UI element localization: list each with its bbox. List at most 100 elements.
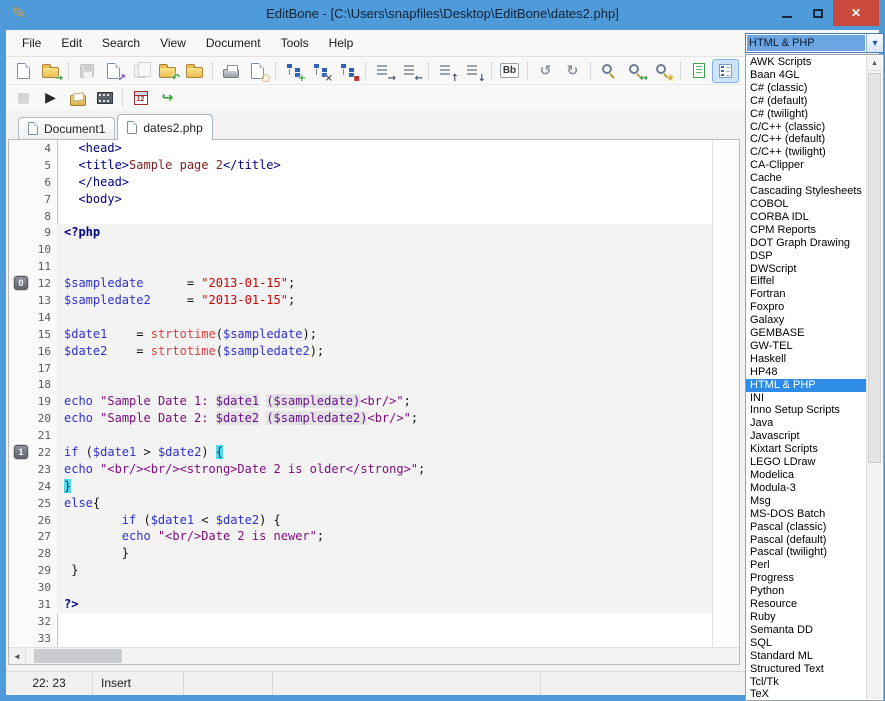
- language-option[interactable]: Pascal (classic): [746, 521, 866, 534]
- stop-button[interactable]: ■: [10, 86, 37, 110]
- menu-search[interactable]: Search: [92, 32, 150, 54]
- language-option[interactable]: C# (classic): [746, 82, 866, 95]
- language-option[interactable]: Modula-3: [746, 482, 866, 495]
- print-button[interactable]: [217, 59, 244, 83]
- language-option[interactable]: MS-DOS Batch: [746, 508, 866, 521]
- list-scrollbar[interactable]: ▲: [866, 56, 882, 699]
- language-option[interactable]: Cache: [746, 172, 866, 185]
- language-option[interactable]: Progress: [746, 572, 866, 585]
- language-option[interactable]: Ruby: [746, 611, 866, 624]
- bookmark-badge[interactable]: 1: [14, 445, 28, 459]
- menu-document[interactable]: Document: [196, 32, 271, 54]
- vertical-scrollbar[interactable]: [712, 140, 739, 647]
- save-button[interactable]: [73, 59, 100, 83]
- language-option[interactable]: LEGO LDraw: [746, 456, 866, 469]
- open-file-button[interactable]: →: [37, 59, 64, 83]
- minimize-button[interactable]: [771, 0, 802, 26]
- horizontal-scroll-track[interactable]: [26, 648, 739, 664]
- language-option[interactable]: Semanta DD: [746, 624, 866, 637]
- close-button[interactable]: ✕: [833, 0, 879, 26]
- language-option[interactable]: C/C++ (classic): [746, 121, 866, 134]
- print-preview-button[interactable]: ○: [244, 59, 271, 83]
- indent-button[interactable]: →: [370, 59, 397, 83]
- bookmark-badge[interactable]: 0: [14, 276, 28, 290]
- language-combobox[interactable]: HTML & PHP ▾: [745, 33, 884, 53]
- macro-playback-button[interactable]: [64, 86, 91, 110]
- menu-file[interactable]: File: [12, 32, 51, 54]
- insert-date-button[interactable]: [127, 86, 154, 110]
- list-scroll-thumb[interactable]: [868, 73, 881, 463]
- language-option[interactable]: GW-TEL: [746, 340, 866, 353]
- language-option[interactable]: INI: [746, 392, 866, 405]
- menu-edit[interactable]: Edit: [51, 32, 92, 54]
- language-option[interactable]: Inno Setup Scripts: [746, 404, 866, 417]
- language-option[interactable]: Python: [746, 585, 866, 598]
- language-option[interactable]: Standard ML: [746, 650, 866, 663]
- language-option[interactable]: Tcl/Tk: [746, 676, 866, 689]
- code-editor[interactable]: 4 <head>5 <title>Sample page 2</title>6 …: [9, 140, 712, 647]
- language-option[interactable]: HTML & PHP: [746, 379, 866, 392]
- language-option[interactable]: C# (default): [746, 95, 866, 108]
- open-folder-button[interactable]: [181, 59, 208, 83]
- language-option[interactable]: Kixtart Scripts: [746, 443, 866, 456]
- scroll-left-arrow-icon[interactable]: ◄: [9, 648, 26, 664]
- horizontal-scroll-thumb[interactable]: [34, 649, 122, 663]
- menu-view[interactable]: View: [150, 32, 196, 54]
- language-option[interactable]: Structured Text: [746, 663, 866, 676]
- language-option[interactable]: Javascript: [746, 430, 866, 443]
- tag-tree-add-button[interactable]: +: [280, 59, 307, 83]
- language-option[interactable]: DWScript: [746, 263, 866, 276]
- language-option[interactable]: Pascal (default): [746, 534, 866, 547]
- language-option[interactable]: Cascading Stylesheets: [746, 185, 866, 198]
- scroll-up-arrow-icon[interactable]: ▲: [867, 56, 882, 71]
- undo-button[interactable]: ↺: [532, 59, 559, 83]
- language-option[interactable]: Fortran: [746, 288, 866, 301]
- revert-button[interactable]: ↶: [154, 59, 181, 83]
- language-option[interactable]: Pascal (twilight): [746, 546, 866, 559]
- maximize-button[interactable]: [802, 0, 833, 26]
- language-option[interactable]: Galaxy: [746, 314, 866, 327]
- tag-tree-remove-button[interactable]: ×: [307, 59, 334, 83]
- outdent-button[interactable]: ←: [397, 59, 424, 83]
- language-option[interactable]: CPM Reports: [746, 224, 866, 237]
- language-option[interactable]: Perl: [746, 559, 866, 572]
- language-option[interactable]: Eiffel: [746, 275, 866, 288]
- search-in-files-button[interactable]: ★: [649, 59, 676, 83]
- menu-help[interactable]: Help: [319, 32, 364, 54]
- horizontal-scrollbar[interactable]: ◄: [9, 647, 739, 664]
- case-toggle-button[interactable]: Bb: [496, 59, 523, 83]
- new-document-button[interactable]: [10, 59, 37, 83]
- language-option[interactable]: CORBA IDL: [746, 211, 866, 224]
- sort-descending-button[interactable]: ↓: [460, 59, 487, 83]
- tab-dates2.php[interactable]: dates2.php: [117, 114, 212, 140]
- macro-record-button[interactable]: [91, 86, 118, 110]
- language-option[interactable]: Java: [746, 417, 866, 430]
- language-option[interactable]: DOT Graph Drawing: [746, 237, 866, 250]
- language-option[interactable]: C# (twilight): [746, 108, 866, 121]
- language-option[interactable]: Haskell: [746, 353, 866, 366]
- language-option[interactable]: SQL: [746, 637, 866, 650]
- language-option[interactable]: TeX: [746, 688, 866, 701]
- save-as-button[interactable]: ↗: [100, 59, 127, 83]
- tag-tree-edit-button[interactable]: ▪: [334, 59, 361, 83]
- language-option[interactable]: CA-Clipper: [746, 159, 866, 172]
- language-option[interactable]: Msg: [746, 495, 866, 508]
- replace-button[interactable]: ↔: [622, 59, 649, 83]
- go-to-button[interactable]: ↪: [154, 86, 181, 110]
- language-option[interactable]: AWK Scripts: [746, 56, 866, 69]
- language-option[interactable]: COBOL: [746, 198, 866, 211]
- menu-tools[interactable]: Tools: [271, 32, 319, 54]
- language-option[interactable]: Modelica: [746, 469, 866, 482]
- line-numbers-button[interactable]: [712, 59, 739, 83]
- language-option[interactable]: C/C++ (twilight): [746, 146, 866, 159]
- tab-document1[interactable]: Document1: [18, 117, 115, 139]
- language-option[interactable]: Resource: [746, 598, 866, 611]
- sort-ascending-button[interactable]: ↑: [433, 59, 460, 83]
- word-wrap-button[interactable]: [685, 59, 712, 83]
- language-option[interactable]: HP48: [746, 366, 866, 379]
- search-button[interactable]: [595, 59, 622, 83]
- language-option[interactable]: GEMBASE: [746, 327, 866, 340]
- language-option[interactable]: Baan 4GL: [746, 69, 866, 82]
- language-option[interactable]: Foxpro: [746, 301, 866, 314]
- combo-dropdown-icon[interactable]: ▾: [866, 34, 883, 52]
